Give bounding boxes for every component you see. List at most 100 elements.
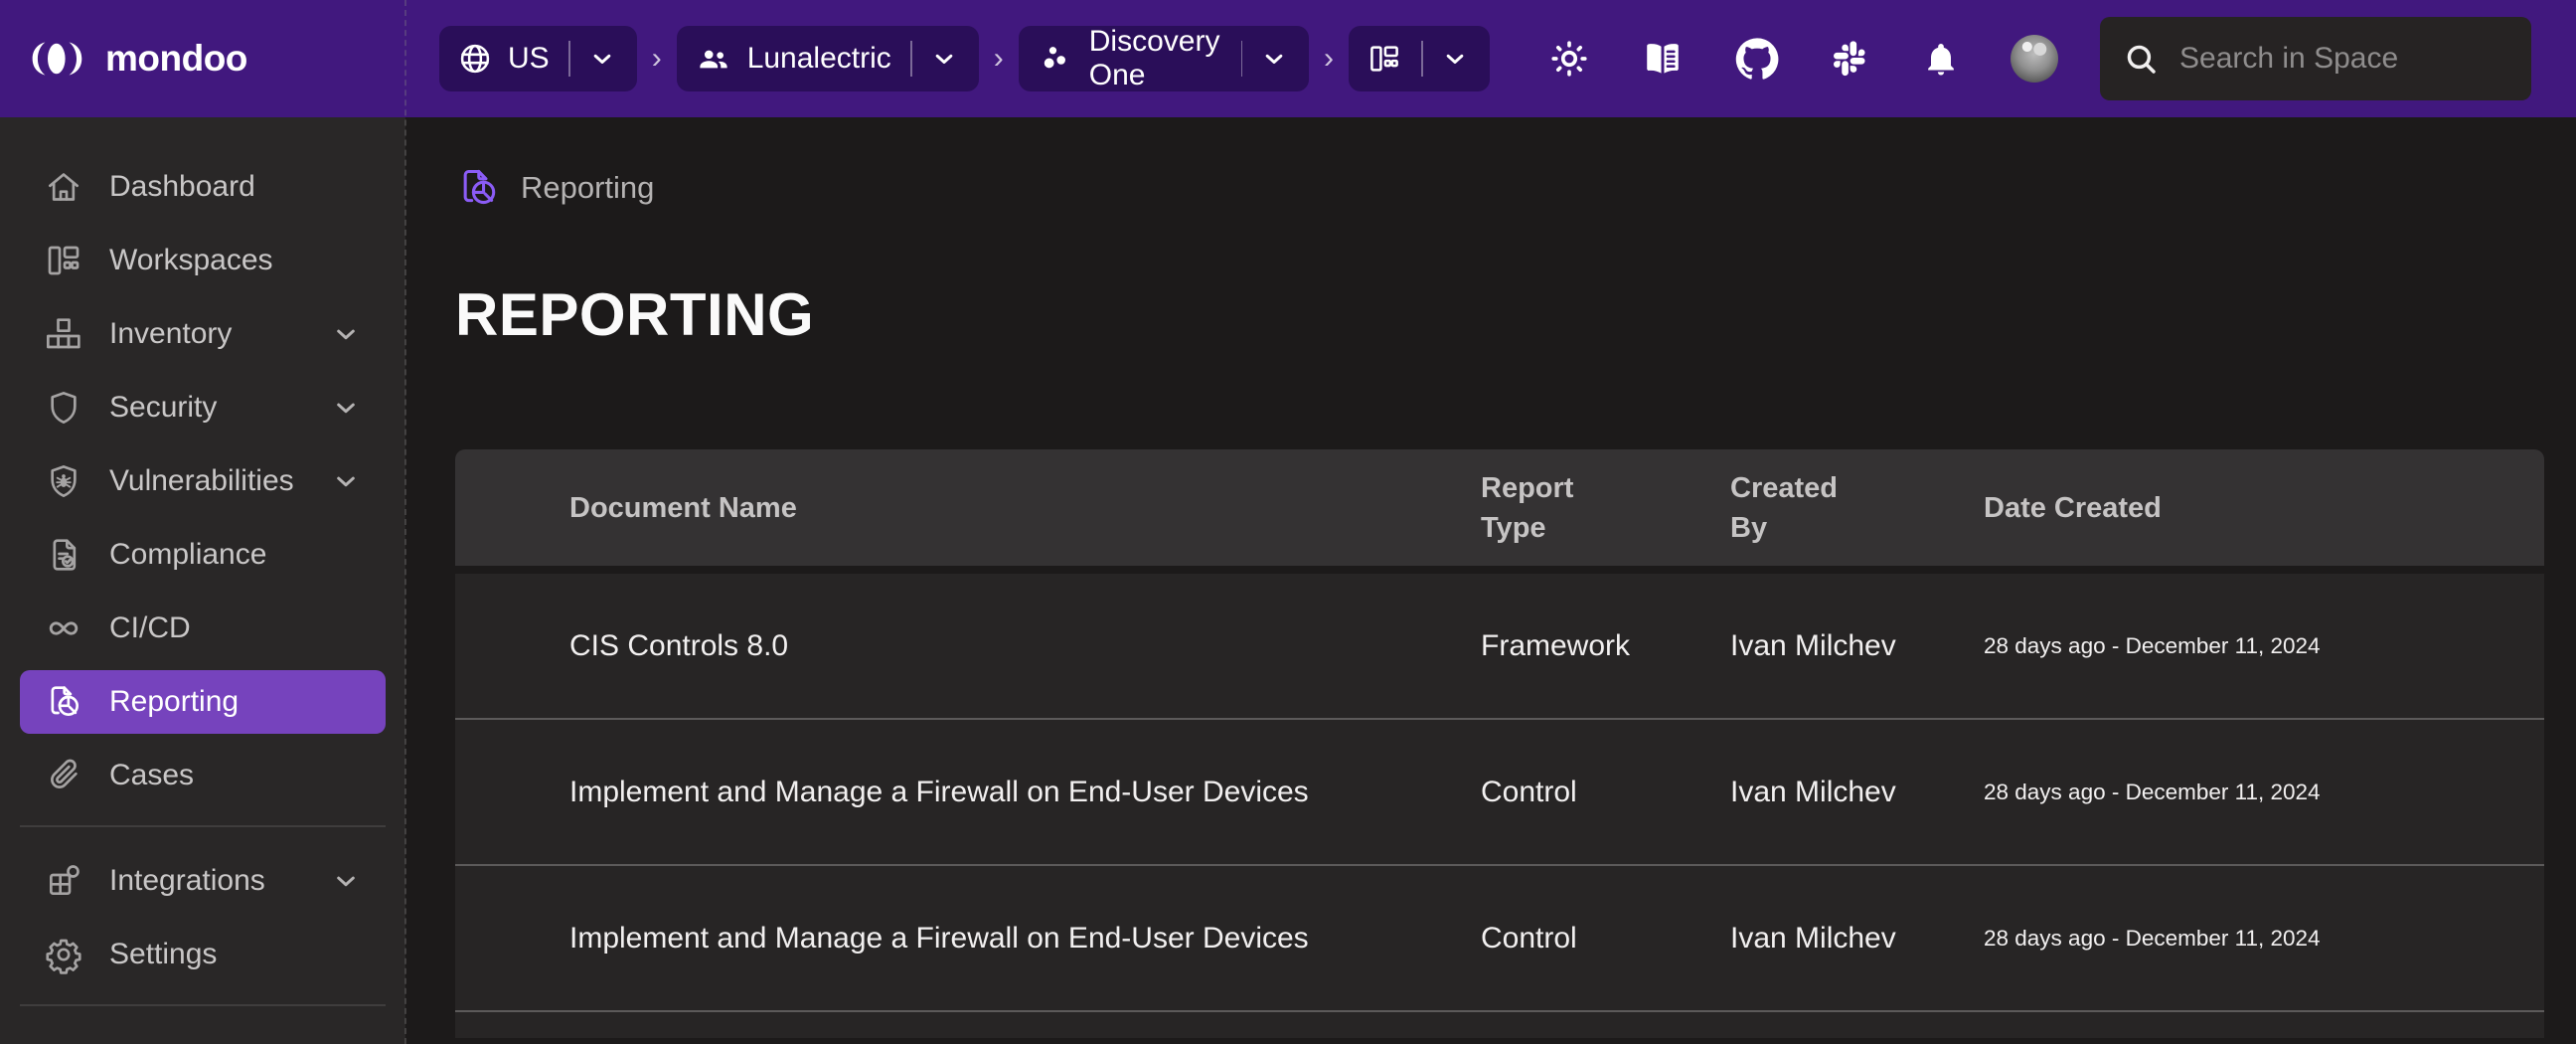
brand-name: mondoo [105,38,247,80]
sidebar-item-label: Vulnerabilities [109,464,304,498]
cell-created-by: Ivan Milchev [1730,629,1984,663]
cell-date-created: 28 days ago - December 11, 2024 [1984,926,2544,952]
sidebar-item-label: Security [109,391,304,425]
sidebar-item-workspaces[interactable]: Workspaces [20,229,386,292]
space-dots-icon [1037,40,1074,78]
infinity-icon [44,609,83,648]
home-icon [44,167,83,207]
chevron-down-icon [929,44,959,74]
cell-document-name: Implement and Manage a Firewall on End-U… [455,776,1481,809]
scope-breadcrumb: US › Lunalectric [439,26,1490,91]
chevron-down-icon [330,465,362,497]
cell-report-type: Control [1481,776,1730,809]
report-pie-icon [455,165,501,211]
chevron-down-icon [1440,44,1470,74]
sidebar-item-cicd[interactable]: CI/CD [20,597,386,660]
cell-document-name: CIS Controls 8.0 [455,629,1481,663]
workspace-dropdown-toggle[interactable] [1438,38,1472,80]
cell-date-created: 28 days ago - December 11, 2024 [1984,633,2544,659]
search-icon [2122,40,2160,78]
column-header-report-type[interactable]: Report Type [1481,468,1730,548]
sidebar-resize-handle[interactable] [404,0,406,1044]
report-pie-icon [44,682,83,722]
cell-date-created: 28 days ago - December 11, 2024 [1984,780,2544,805]
book-icon [1641,37,1685,81]
paperclip-icon [44,756,83,795]
cell-report-type: Framework [1481,629,1730,663]
page-title: REPORTING [455,272,2576,358]
search-input[interactable] [2179,42,2563,76]
sidebar-item-compliance[interactable]: Compliance [20,523,386,587]
sidebar-item-label: Integrations [109,864,304,898]
sidebar-item-security[interactable]: Security [20,376,386,439]
brand-logo[interactable]: mondoo [0,38,405,80]
organization-pill[interactable]: Lunalectric [677,26,979,91]
cell-document-name: Implement and Manage a Firewall on End-U… [455,922,1481,956]
globe-icon [457,41,493,77]
documentation-button[interactable] [1641,37,1685,81]
boxes-icon [44,314,83,354]
sidebar-item-inventory[interactable]: Inventory [20,302,386,366]
pill-divider [568,41,570,77]
sidebar-item-label: CI/CD [109,611,362,645]
cell-created-by: Ivan Milchev [1730,922,1984,956]
breadcrumb-separator: › [652,42,662,76]
theme-toggle-button[interactable] [1547,37,1591,81]
app-header: mondoo US › [0,0,2576,117]
table-row[interactable]: CIS Controls 8.0 Framework Ivan Milchev … [455,574,2544,720]
chevron-down-icon [330,865,362,897]
sidebar-item-label: Settings [109,938,362,971]
table-row[interactable]: Implement and Manage a Firewall on End-U… [455,720,2544,866]
organization-dropdown-toggle[interactable] [927,38,961,80]
sidebar-item-label: Dashboard [109,170,362,204]
integrations-icon [44,861,83,901]
document-check-icon [44,535,83,575]
chevron-down-icon [587,44,617,74]
region-dropdown-toggle[interactable] [585,38,619,80]
reporting-table: Document Name Report Type Created By Dat… [455,449,2544,1038]
pill-divider [1241,41,1242,77]
bell-icon [1921,39,1961,79]
notifications-button[interactable] [1921,39,1961,79]
cell-created-by: Ivan Milchev [1730,776,1984,809]
region-pill[interactable]: US [439,26,637,91]
sidebar-item-label: Compliance [109,538,362,572]
sidebar-divider [20,825,386,827]
pill-divider [1421,41,1423,77]
user-avatar[interactable] [2011,35,2058,83]
space-dropdown-toggle[interactable] [1257,38,1291,80]
header-actions [1547,35,2058,83]
space-search[interactable] [2100,17,2531,100]
github-button[interactable] [1734,36,1780,82]
space-pill[interactable]: Discovery One [1019,26,1309,91]
workspace-pill[interactable] [1349,26,1490,91]
sidebar-item-label: Workspaces [109,244,362,277]
table-body: CIS Controls 8.0 Framework Ivan Milchev … [455,574,2544,1038]
sidebar-item-integrations[interactable]: Integrations [20,849,386,913]
breadcrumb[interactable]: Reporting [455,165,2576,211]
sidebar-item-label: Inventory [109,317,304,351]
chevron-down-icon [330,392,362,424]
breadcrumb-separator: › [1324,42,1334,76]
table-header-row: Document Name Report Type Created By Dat… [455,449,2544,566]
sidebar-item-label: Cases [109,759,362,792]
chevron-down-icon [1259,44,1289,74]
space-label: Discovery One [1089,25,1222,92]
column-header-created-by[interactable]: Created By [1730,468,1984,548]
organization-icon [695,40,732,78]
column-header-document-name[interactable]: Document Name [455,488,1481,528]
sidebar-item-cases[interactable]: Cases [20,744,386,807]
main-content: Reporting REPORTING Document Name Report… [405,117,2576,1044]
table-row[interactable]: Implement and Manage a Firewall on End-U… [455,866,2544,1012]
column-header-date-created[interactable]: Date Created [1984,488,2544,528]
sidebar-item-settings[interactable]: Settings [20,923,386,986]
shield-icon [44,388,83,428]
gear-icon [44,935,83,974]
table-row[interactable] [455,1012,2544,1038]
breadcrumb-label[interactable]: Reporting [521,170,654,206]
sidebar-item-reporting[interactable]: Reporting [20,670,386,734]
sidebar-item-dashboard[interactable]: Dashboard [20,155,386,219]
sidebar-item-vulnerabilities[interactable]: Vulnerabilities [20,449,386,513]
slack-button[interactable] [1830,38,1871,80]
breadcrumb-separator: › [994,42,1004,76]
